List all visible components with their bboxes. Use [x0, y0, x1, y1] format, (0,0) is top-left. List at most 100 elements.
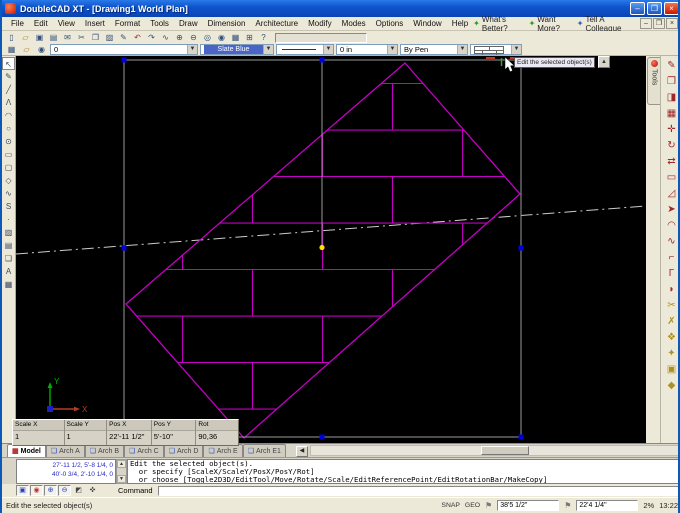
arc-tool-icon[interactable]: ◠ [2, 109, 15, 122]
scroll-up-button[interactable]: ▲ [598, 56, 610, 68]
find-icon[interactable]: ◉ [215, 32, 228, 44]
hatch-pattern-select[interactable]: ▼ [470, 44, 522, 55]
print-icon[interactable]: ▤ [47, 32, 60, 44]
trim-icon[interactable]: ◿ [664, 186, 680, 202]
edit-tool-icon[interactable]: ✎ [2, 70, 15, 83]
want-more-link[interactable]: ✦Want More? [529, 15, 571, 33]
extend-icon[interactable]: ➤ [664, 202, 680, 218]
rounded-rect-tool-icon[interactable]: ▢ [2, 161, 15, 174]
circle-tool-icon[interactable]: ○ [2, 122, 15, 135]
zoom-plus-icon[interactable]: ⊕ [44, 485, 57, 496]
pen-style-select[interactable]: By Pen ▼ [400, 44, 468, 55]
open-icon[interactable]: ▱ [19, 32, 32, 44]
point-tool-icon[interactable]: · [2, 213, 15, 226]
chevron-down-icon[interactable]: ▼ [457, 45, 467, 54]
color-select[interactable]: Slate Blue ▼ [200, 44, 274, 55]
line-width-select[interactable]: 0 in ▼ [336, 44, 398, 55]
layers-icon[interactable]: ▦ [229, 32, 242, 44]
spline-tool-icon[interactable]: ∿ [2, 187, 15, 200]
polygon-tool-icon[interactable]: ◇ [2, 174, 15, 187]
prompt-output[interactable]: Edit the selected object(s). or specify … [127, 459, 680, 484]
text-tool-icon[interactable]: A [2, 265, 15, 278]
delete-icon[interactable]: ✗ [664, 314, 680, 330]
group-tool-icon[interactable]: ❏ [2, 252, 15, 265]
snap-grid-icon[interactable]: ▦ [5, 44, 18, 56]
rot-field[interactable]: Rot 90,36 [196, 420, 238, 445]
array-icon[interactable]: ▦ [664, 106, 680, 122]
scale-x-value[interactable]: 1 [13, 431, 64, 445]
crosshair-icon[interactable]: ✜ [86, 485, 99, 496]
copy-object-icon[interactable]: ❐ [664, 74, 680, 90]
new-document-icon[interactable]: ▯ [5, 32, 18, 44]
whats-better-link[interactable]: ✦What's Better? [473, 15, 522, 33]
format-brush-icon[interactable]: ✎ [117, 32, 130, 44]
history-scrollbar[interactable]: ▲ ▼ [116, 459, 127, 484]
line-style-select[interactable]: ▼ [276, 44, 334, 55]
menu-dimension[interactable]: Dimension [203, 18, 251, 29]
menu-format[interactable]: Format [110, 18, 145, 29]
drawing-canvas[interactable]: Y X Edit the selected object(s) [16, 56, 646, 443]
child-close-button[interactable]: × [666, 18, 678, 29]
child-minimize-button[interactable]: – [640, 18, 652, 29]
chevron-down-icon[interactable]: ▼ [263, 45, 273, 54]
freehand-icon[interactable]: ∿ [159, 32, 172, 44]
image-tool-icon[interactable]: ▤ [2, 239, 15, 252]
scale-y-field[interactable]: Scale Y 1 [65, 420, 108, 445]
palette-icon[interactable]: ◩ [72, 485, 85, 496]
edit-pencil-icon[interactable]: ✎ [664, 58, 680, 74]
child-restore-button[interactable]: ❐ [653, 18, 665, 29]
line-tool-icon[interactable]: ╱ [2, 83, 15, 96]
zoom-in-icon[interactable]: ⊕ [173, 32, 186, 44]
snap-mode-toggle[interactable]: SNAP [441, 502, 460, 509]
menu-architecture[interactable]: Architecture [250, 18, 303, 29]
tab-arch-e1[interactable]: ❏Arch E1 [243, 444, 286, 457]
table-tool-icon[interactable]: ▦ [2, 278, 15, 291]
layer-select[interactable]: 0 ▼ [50, 44, 198, 55]
rotate-icon[interactable]: ↻ [664, 138, 680, 154]
tell-a-colleague-link[interactable]: ✦Tell A Colleague [577, 15, 630, 33]
horizontal-scrollbar-thumb[interactable] [481, 446, 529, 455]
menu-tools[interactable]: Tools [145, 18, 174, 29]
menu-help[interactable]: Help [447, 18, 473, 29]
stretch-icon[interactable]: ▭ [664, 170, 680, 186]
horizontal-scrollbar[interactable] [310, 445, 680, 456]
menu-insert[interactable]: Insert [80, 18, 110, 29]
menu-edit[interactable]: Edit [29, 18, 53, 29]
rot-value[interactable]: 90,36 [196, 431, 238, 445]
chevron-down-icon[interactable]: ▼ [387, 45, 397, 54]
layer-folder-icon[interactable]: ▱ [20, 44, 33, 56]
tab-scroll-left-button[interactable]: ◀ [296, 446, 308, 457]
zoom-minus-icon[interactable]: ⊖ [58, 485, 71, 496]
menu-view[interactable]: View [53, 18, 80, 29]
fillet-icon[interactable]: ◠ [664, 218, 680, 234]
rectangle-tool-icon[interactable]: ▭ [2, 148, 15, 161]
geo-mode-toggle[interactable]: GEO [465, 502, 480, 509]
zoom-out-icon[interactable]: ⊖ [187, 32, 200, 44]
center-reference-point[interactable] [319, 245, 324, 250]
toggle-doc-icon[interactable]: ▣ [16, 485, 29, 496]
chevron-down-icon[interactable]: ▼ [323, 45, 333, 54]
hatch-tool-icon[interactable]: ▨ [2, 226, 15, 239]
send-icon[interactable]: ✉ [61, 32, 74, 44]
pos-x-field[interactable]: Pos X 22'-11 1/2" [107, 420, 152, 445]
scale-x-field[interactable]: Scale X 1 [13, 420, 65, 445]
corner-icon[interactable]: Γ [664, 266, 680, 282]
redo-icon[interactable]: ↷ [145, 32, 158, 44]
menu-modes[interactable]: Modes [337, 18, 371, 29]
chevron-down-icon[interactable]: ▼ [187, 45, 197, 54]
selected-brick-object[interactable] [126, 63, 520, 438]
grid-icon[interactable]: ⊞ [243, 32, 256, 44]
menu-window[interactable]: Window [408, 18, 446, 29]
solid-fill-icon[interactable]: ◆ [664, 378, 680, 394]
cut-icon[interactable]: ✂ [75, 32, 88, 44]
menu-modify[interactable]: Modify [303, 18, 337, 29]
spline-edit-icon[interactable]: ∿ [664, 234, 680, 250]
undo-icon[interactable]: ↶ [131, 32, 144, 44]
pos-y-value[interactable]: 5'-10" [152, 431, 196, 445]
coordinate-history[interactable]: 27'-11 1/2, 5'-8 1/4, 0 40'-0 3/4, 2'-10… [16, 459, 116, 484]
layer-visibility-icon[interactable]: ◉ [35, 44, 48, 56]
mirror-icon[interactable]: ◨ [664, 90, 680, 106]
cut-object-icon[interactable]: ✂ [664, 298, 680, 314]
command-input[interactable] [158, 486, 679, 496]
chamfer-icon[interactable]: ⌐ [664, 250, 680, 266]
